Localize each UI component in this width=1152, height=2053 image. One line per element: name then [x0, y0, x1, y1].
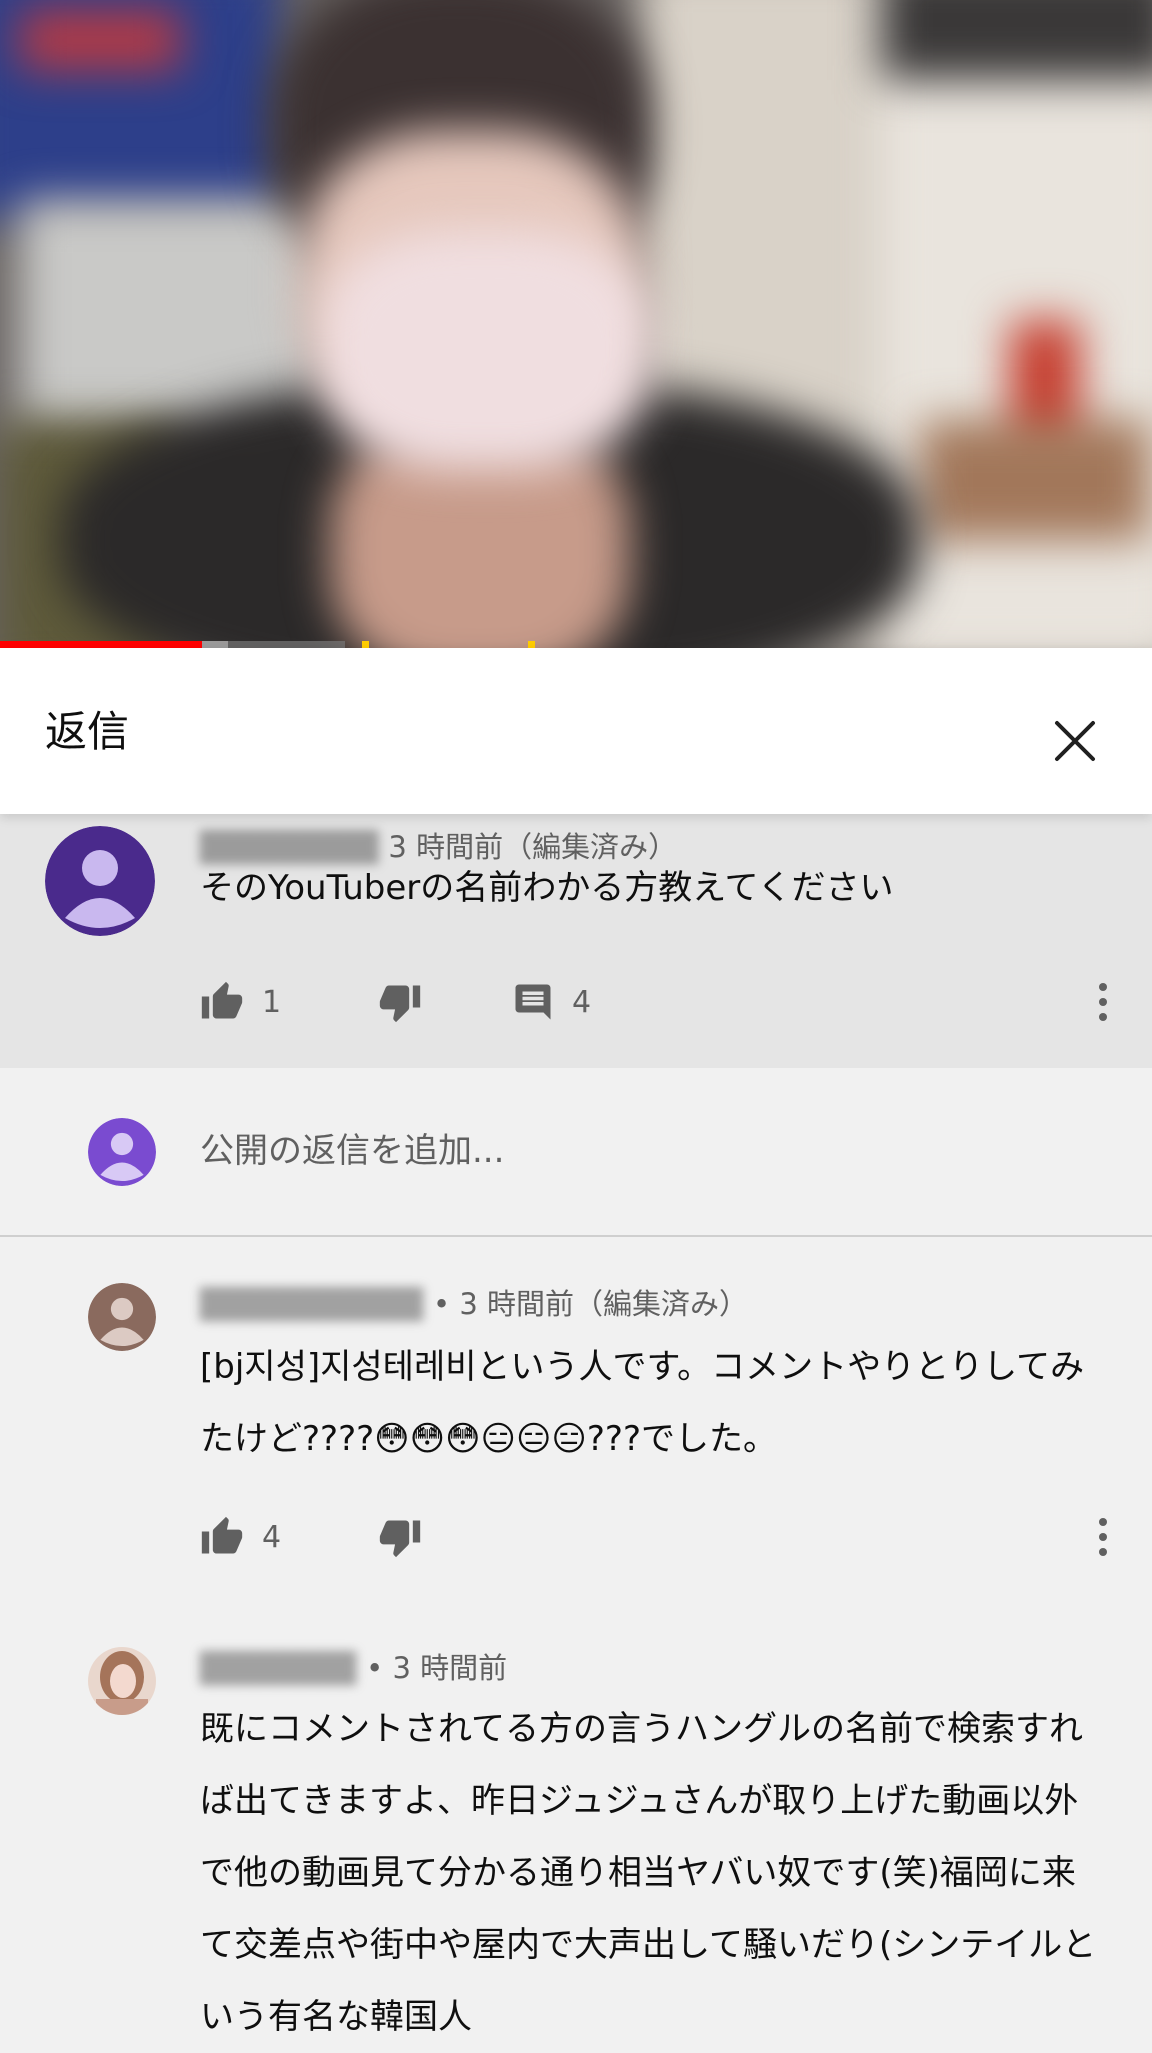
more-options-button[interactable]	[1083, 972, 1123, 1032]
reply-count-button[interactable]: 4	[512, 974, 591, 1030]
reply-item: ███████ • 3 時間前 既にコメントされてる方の言うハングルの名前で検索す…	[0, 1605, 1152, 2048]
ad-marker	[528, 641, 535, 648]
author-name-blurred[interactable]: ██████████	[200, 1287, 423, 1321]
video-frame-detail	[880, 0, 1152, 80]
avatar[interactable]	[88, 1283, 156, 1351]
comment-text: 既にコメントされてる方の言うハングルの名前で検索すれば出てきますよ、昨日ジュジュ…	[200, 1709, 1097, 2037]
like-count: 1	[262, 984, 282, 1020]
parent-comment: ████████ 3 時間前（編集済み） そのYouTuberの名前わかる方教えて…	[0, 814, 1152, 1068]
avatar[interactable]	[45, 826, 155, 936]
video-frame-detail	[20, 10, 180, 70]
video-progress-bar[interactable]	[0, 641, 202, 648]
comment-actions: 4	[200, 1509, 1100, 1565]
comment-meta: ███████ • 3 時間前	[200, 1645, 507, 1687]
like-button[interactable]: 4	[200, 1509, 281, 1565]
dislike-button[interactable]	[378, 974, 422, 1030]
thumbs-up-icon	[201, 981, 243, 1019]
video-frame-detail	[920, 420, 1150, 540]
close-button[interactable]	[1040, 706, 1110, 776]
comment-text: [bj지성]지성테레비という人です。コメントやりとりしてみたけど????😳😳😳😑…	[200, 1347, 1085, 1459]
reply-item: ██████████ • 3 時間前（編集済み） [bj지성]지성테레비という人で…	[0, 1235, 1152, 1605]
panel-title: 返信	[45, 707, 130, 756]
comment-text: そのYouTuberの名前わかる方教えてください	[200, 868, 894, 908]
comment-actions: 1 4	[200, 974, 1100, 1030]
comment-meta: ██████████ • 3 時間前（編集済み）	[200, 1281, 748, 1323]
default-avatar-icon	[45, 826, 155, 936]
default-avatar-icon	[88, 1118, 156, 1186]
thumbs-down-icon	[379, 1520, 421, 1558]
like-button[interactable]: 1	[200, 974, 281, 1030]
my-avatar	[88, 1118, 156, 1186]
comment-icon	[515, 984, 551, 1020]
ad-marker	[362, 641, 369, 648]
profile-photo-icon	[88, 1647, 156, 1715]
thumbs-up-icon	[201, 1516, 243, 1554]
more-vert-icon	[1099, 1518, 1107, 1556]
reply-count: 4	[572, 984, 592, 1020]
more-options-button[interactable]	[1083, 1507, 1123, 1567]
author-name-blurred[interactable]: ███████	[200, 1651, 356, 1685]
avatar[interactable]	[88, 1647, 156, 1715]
comment-time: • 3 時間前	[366, 1651, 508, 1685]
reply-input[interactable]	[200, 1123, 1080, 1179]
like-count: 4	[262, 1519, 282, 1555]
more-vert-icon	[1099, 983, 1107, 1021]
default-avatar-icon	[88, 1283, 156, 1351]
replies-panel-header: 返信	[0, 648, 1152, 814]
close-icon	[1055, 721, 1095, 761]
comment-time: • 3 時間前（編集済み）	[433, 1287, 749, 1321]
video-frame-detail	[320, 230, 650, 470]
reply-input-row	[0, 1068, 1152, 1237]
thumbs-down-icon	[379, 985, 421, 1023]
video-player[interactable]	[0, 0, 1152, 648]
dislike-button[interactable]	[378, 1509, 422, 1565]
